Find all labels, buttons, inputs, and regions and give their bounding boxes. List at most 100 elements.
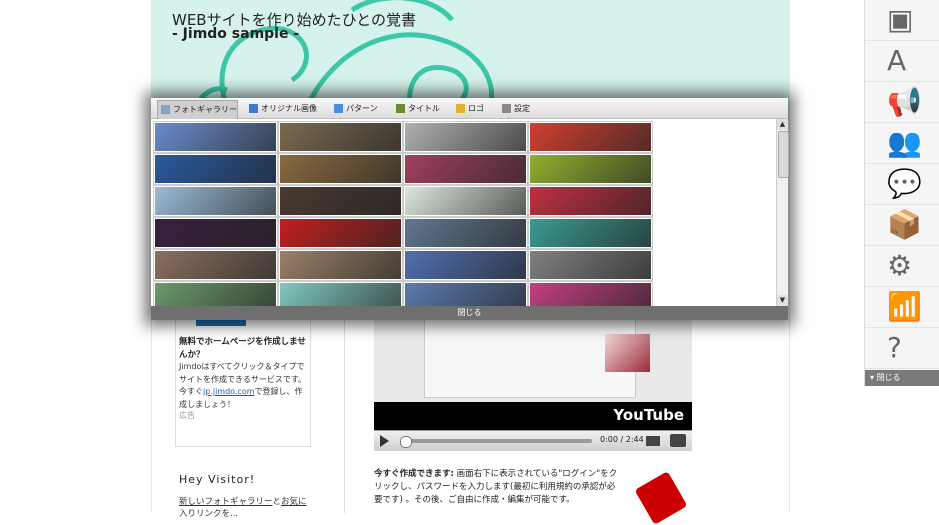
gear-icon xyxy=(502,104,511,113)
ad-title: 無料でホームページを作成しませんか？ xyxy=(179,337,306,360)
toolbar-item-gear[interactable]: ⚙ xyxy=(865,246,939,287)
ad-text: Jimdoはすべてクリック＆タイプでサイトを作成できるサービスです。今すぐjp.… xyxy=(179,361,309,411)
thumbnail-image[interactable] xyxy=(278,153,403,185)
toolbar-item-help[interactable]: ? xyxy=(865,328,939,369)
thumbnail-image[interactable] xyxy=(278,185,403,217)
photo-icon xyxy=(161,105,170,114)
tab-folder[interactable]: ロゴ xyxy=(453,100,484,118)
column-divider xyxy=(344,305,345,513)
tab-label: フォトギャラリー xyxy=(173,105,237,114)
thumbnail-image[interactable] xyxy=(278,249,403,281)
thumbnail-image[interactable] xyxy=(153,185,278,217)
ad-bar xyxy=(196,320,246,326)
tab-pattern[interactable]: パターン xyxy=(331,100,378,118)
jimdo-toolbar: ▾ 閉じる ▣ A 📢 👥 💬 📦 ⚙ 📶? xyxy=(864,0,939,386)
toolbar-item-comments[interactable]: 💬 xyxy=(865,164,939,205)
dialog-close-button[interactable]: 閉じる xyxy=(151,306,788,320)
thumbnail-image[interactable] xyxy=(403,281,528,306)
youtube-logo[interactable]: YouTube xyxy=(613,406,684,424)
tab-label: オリジナル画像 xyxy=(261,104,317,113)
thumbnail-image[interactable] xyxy=(528,249,653,281)
visitor-line2: 入りリンクを... xyxy=(179,509,239,519)
scroll-thumb[interactable] xyxy=(778,131,789,178)
photo-gallery-link[interactable]: 新しいフォトギャラリー xyxy=(179,497,273,507)
thumbnail-image[interactable] xyxy=(528,281,653,306)
folder-icon xyxy=(456,104,465,113)
thumbnail-image[interactable] xyxy=(278,121,403,153)
toolbar-item-stats[interactable]: 📶 xyxy=(865,287,939,328)
tab-label: 設定 xyxy=(514,104,530,113)
style-icon: A xyxy=(887,44,907,77)
visitor-text: 新しいフォトギャラリーとお気に入りリンクを... xyxy=(179,496,329,520)
users-icon: 👥 xyxy=(887,126,922,159)
video-player[interactable]: YouTube 0:00 / 2:44 xyxy=(374,310,692,451)
upload-icon xyxy=(249,104,258,113)
video-screen[interactable] xyxy=(374,310,692,402)
thumbnail-grid xyxy=(151,119,776,306)
thumbnail-image[interactable] xyxy=(528,121,653,153)
toolbar-close-button[interactable]: ▾ 閉じる xyxy=(865,370,939,386)
ad-label: 広告 xyxy=(179,411,195,420)
thumbnail-image[interactable] xyxy=(528,153,653,185)
site-subtitle: - Jimdo sample - xyxy=(172,26,300,42)
tab-gear[interactable]: 設定 xyxy=(499,100,530,118)
youtube-logo-text: YouTube xyxy=(613,406,684,424)
comments-icon: 💬 xyxy=(887,167,922,200)
toolbar-item-style[interactable]: A xyxy=(865,41,939,82)
seek-handle[interactable] xyxy=(400,436,412,448)
thumbnail-image[interactable] xyxy=(528,185,653,217)
help-icon: ? xyxy=(887,331,902,364)
fullscreen-icon[interactable] xyxy=(670,434,686,447)
dialog-tabs: フォトギャラリー オリジナル画像 パターン タイトル ロゴ 設定 xyxy=(151,98,788,119)
visitor-mid: と xyxy=(272,497,282,507)
stats-icon: 📶 xyxy=(887,290,922,323)
video-thumbnail-graphic xyxy=(605,334,650,372)
grid-scrollbar[interactable]: ▲ ▼ xyxy=(776,119,789,306)
announce-icon: 📢 xyxy=(887,85,922,118)
thumbnail-image[interactable] xyxy=(153,249,278,281)
thumbnail-image[interactable] xyxy=(278,281,403,306)
tab-label: ロゴ xyxy=(468,104,484,113)
thumbnail-image[interactable] xyxy=(403,185,528,217)
scroll-down-icon[interactable]: ▼ xyxy=(777,295,788,306)
layout-icon: ▣ xyxy=(887,3,914,36)
tab-label: タイトル xyxy=(408,104,440,113)
thumbnail-image[interactable] xyxy=(153,153,278,185)
thumbnail-image[interactable] xyxy=(403,153,528,185)
scroll-up-icon[interactable]: ▲ xyxy=(777,119,788,130)
tab-pencil[interactable]: タイトル xyxy=(393,100,440,118)
sidebar-ad: 無料でホームページを作成しませんか？ Jimdoはすべてクリック＆タイプでサイト… xyxy=(175,305,311,447)
play-icon[interactable] xyxy=(380,435,389,447)
thumbnail-image[interactable] xyxy=(403,121,528,153)
video-controls: 0:00 / 2:44 xyxy=(374,430,692,451)
thumbnail-image[interactable] xyxy=(153,217,278,249)
thumbnail-image[interactable] xyxy=(403,249,528,281)
thumbnail-image[interactable] xyxy=(153,121,278,153)
tab-photo[interactable]: フォトギャラリー xyxy=(157,100,238,119)
visitor-heading: Hey Visitor! xyxy=(179,473,256,486)
chevron-down-icon: ▾ xyxy=(870,373,875,382)
pencil-icon xyxy=(396,104,405,113)
thumbnail-image[interactable] xyxy=(403,217,528,249)
toolbar-item-users[interactable]: 👥 xyxy=(865,123,939,164)
volume-icon[interactable] xyxy=(646,436,660,446)
tab-upload[interactable]: オリジナル画像 xyxy=(246,100,317,118)
video-time: 0:00 / 2:44 xyxy=(600,435,644,444)
ad-link[interactable]: jp.jimdo.com xyxy=(203,387,255,396)
pattern-icon xyxy=(334,104,343,113)
seek-bar[interactable] xyxy=(402,439,592,443)
main-text: 今すぐ作成できます: 画面右下に表示されている"ログイン"をクリックし、パスワー… xyxy=(374,468,619,507)
background-image-dialog: フォトギャラリー オリジナル画像 パターン タイトル ロゴ 設定 ▲ ▼ 閉じる xyxy=(151,98,789,320)
toolbar-item-box[interactable]: 📦 xyxy=(865,205,939,246)
toolbar-item-announce[interactable]: 📢 xyxy=(865,82,939,123)
thumbnail-image[interactable] xyxy=(528,217,653,249)
favorite-link[interactable]: お気に xyxy=(281,497,307,507)
toolbar-close-label: 閉じる xyxy=(876,373,901,382)
thumbnail-image[interactable] xyxy=(278,217,403,249)
main-text-bold: 今すぐ作成できます: xyxy=(374,469,454,479)
box-icon: 📦 xyxy=(887,208,922,241)
toolbar-item-layout[interactable]: ▣ xyxy=(865,0,939,41)
video-frame-content xyxy=(424,318,650,398)
thumbnail-image[interactable] xyxy=(153,281,278,306)
gear-icon: ⚙ xyxy=(887,249,913,282)
